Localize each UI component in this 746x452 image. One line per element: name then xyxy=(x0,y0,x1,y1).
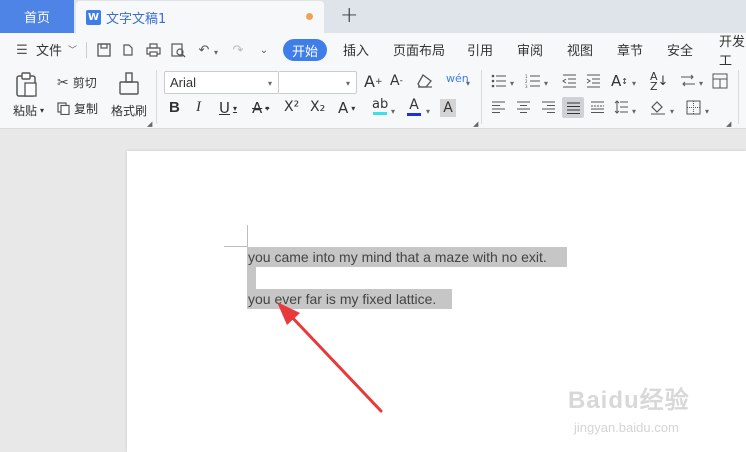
watermark-logo: Baidu经验 xyxy=(568,387,690,414)
watermark-url: jingyan.baidu.com xyxy=(574,420,679,435)
